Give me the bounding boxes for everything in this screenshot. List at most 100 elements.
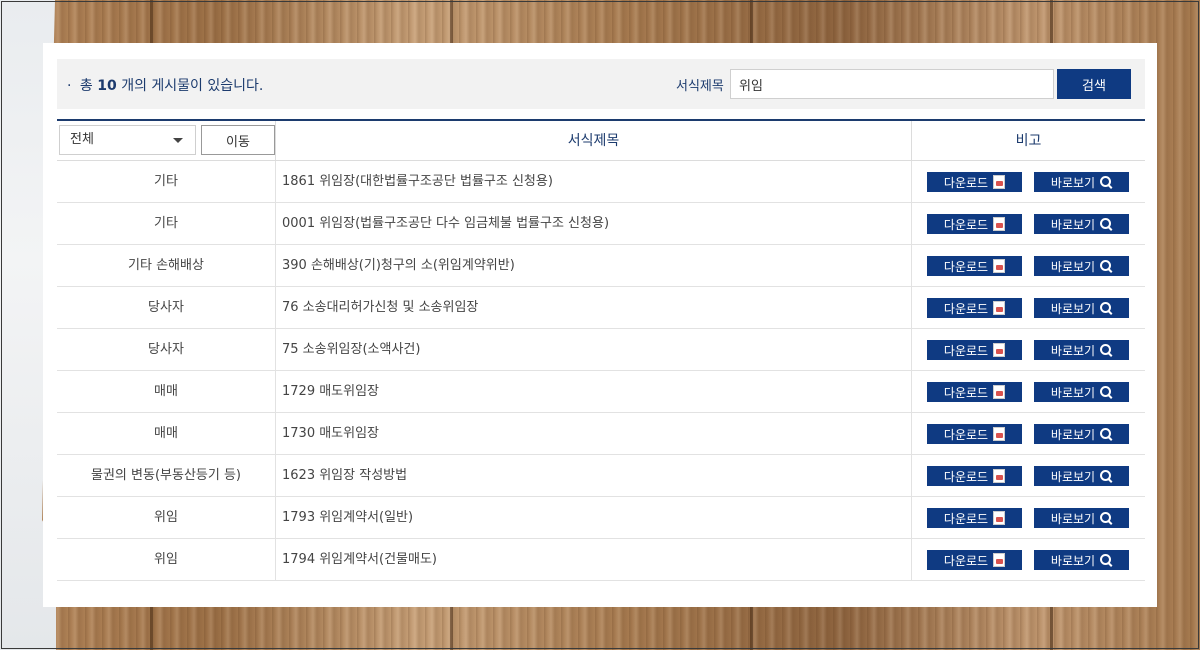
download-button[interactable]: 다운로드: [927, 340, 1022, 360]
search-bar: · 총 10 개의 게시물이 있습니다. 서식제목 검색: [57, 59, 1145, 109]
move-button[interactable]: 이동: [201, 125, 275, 155]
download-label: 다운로드: [943, 469, 989, 484]
row-category: 위임: [154, 552, 178, 567]
download-button[interactable]: 다운로드: [927, 466, 1022, 486]
table-row: 위임 1794 위임계약서(건물매도) 다운로드 바로보기: [57, 539, 1145, 581]
view-button[interactable]: 바로보기: [1034, 466, 1129, 486]
row-title[interactable]: 390 손해배상(기)청구의 소(위임계약위반): [275, 245, 912, 286]
document-icon: [993, 259, 1006, 273]
document-icon: [993, 385, 1006, 399]
search-icon: [1100, 428, 1112, 440]
post-count-suffix: 개의 게시물이 있습니다.: [121, 78, 264, 94]
row-category: 매매: [154, 384, 178, 399]
download-label: 다운로드: [943, 301, 989, 316]
download-button[interactable]: 다운로드: [927, 214, 1022, 234]
row-category: 매매: [154, 426, 178, 441]
content-panel: · 총 10 개의 게시물이 있습니다. 서식제목 검색 전체 이동 서식제목 …: [43, 43, 1157, 607]
search-icon: [1100, 344, 1112, 356]
view-button[interactable]: 바로보기: [1034, 508, 1129, 528]
row-category: 위임: [154, 510, 178, 525]
table-row: 매매 1730 매도위임장 다운로드 바로보기: [57, 413, 1145, 455]
row-actions: 다운로드 바로보기: [912, 203, 1145, 244]
post-count-prefix: 총: [79, 78, 93, 94]
row-category: 물권의 변동(부동산등기 등): [91, 468, 241, 483]
view-button[interactable]: 바로보기: [1034, 298, 1129, 318]
view-button[interactable]: 바로보기: [1034, 382, 1129, 402]
row-actions: 다운로드 바로보기: [912, 287, 1145, 328]
download-label: 다운로드: [943, 553, 989, 568]
view-button[interactable]: 바로보기: [1034, 172, 1129, 192]
search-icon: [1100, 512, 1112, 524]
document-icon: [993, 301, 1006, 315]
table-row: 당사자 76 소송대리허가신청 및 소송위임장 다운로드 바로보기: [57, 287, 1145, 329]
view-button[interactable]: 바로보기: [1034, 214, 1129, 234]
view-label: 바로보기: [1050, 343, 1096, 358]
table-row: 당사자 75 소송위임장(소액사건) 다운로드 바로보기: [57, 329, 1145, 371]
row-title[interactable]: 1861 위임장(대한법률구조공단 법률구조 신청용): [275, 161, 912, 202]
document-icon: [993, 469, 1006, 483]
search-icon: [1100, 386, 1112, 398]
download-button[interactable]: 다운로드: [927, 298, 1022, 318]
view-button[interactable]: 바로보기: [1034, 424, 1129, 444]
chevron-down-icon: [173, 138, 183, 143]
row-title[interactable]: 75 소송위임장(소액사건): [275, 329, 912, 370]
view-label: 바로보기: [1050, 385, 1096, 400]
row-category: 기타: [154, 174, 178, 189]
category-select[interactable]: 전체: [59, 125, 196, 155]
view-button[interactable]: 바로보기: [1034, 550, 1129, 570]
row-title[interactable]: 1729 매도위임장: [275, 371, 912, 412]
download-label: 다운로드: [943, 385, 989, 400]
row-title[interactable]: 1730 매도위임장: [275, 413, 912, 454]
view-label: 바로보기: [1050, 175, 1096, 190]
view-label: 바로보기: [1050, 427, 1096, 442]
table-body: 기타 1861 위임장(대한법률구조공단 법률구조 신청용) 다운로드 바로보기 기타 0…: [57, 161, 1145, 581]
view-button[interactable]: 바로보기: [1034, 340, 1129, 360]
header-note: 비고: [1015, 133, 1042, 149]
post-count: · 총 10 개의 게시물이 있습니다.: [67, 75, 263, 95]
download-label: 다운로드: [943, 427, 989, 442]
view-button[interactable]: 바로보기: [1034, 256, 1129, 276]
row-actions: 다운로드 바로보기: [912, 497, 1145, 538]
download-button[interactable]: 다운로드: [927, 172, 1022, 192]
download-label: 다운로드: [943, 259, 989, 274]
view-label: 바로보기: [1050, 217, 1096, 232]
form-table: 전체 이동 서식제목 비고 기타 1861 위임장(대한법률구조공단 법률구조 신…: [57, 119, 1145, 581]
search-icon: [1100, 218, 1112, 230]
download-button[interactable]: 다운로드: [927, 550, 1022, 570]
row-actions: 다운로드 바로보기: [912, 455, 1145, 496]
search-label: 서식제목: [676, 79, 724, 94]
row-actions: 다운로드 바로보기: [912, 413, 1145, 454]
view-label: 바로보기: [1050, 553, 1096, 568]
row-actions: 다운로드 바로보기: [912, 161, 1145, 202]
category-select-value: 전체: [70, 132, 94, 147]
row-title[interactable]: 0001 위임장(법률구조공단 다수 임금체불 법률구조 신청용): [275, 203, 912, 244]
row-title[interactable]: 1623 위임장 작성방법: [275, 455, 912, 496]
row-actions: 다운로드 바로보기: [912, 245, 1145, 286]
bullet: ·: [67, 78, 72, 94]
search-input[interactable]: [730, 69, 1054, 99]
row-title[interactable]: 1793 위임계약서(일반): [275, 497, 912, 538]
search-icon: [1100, 302, 1112, 314]
row-title[interactable]: 1794 위임계약서(건물매도): [275, 539, 912, 580]
table-row: 물권의 변동(부동산등기 등) 1623 위임장 작성방법 다운로드 바로보기: [57, 455, 1145, 497]
table-row: 기타 손해배상 390 손해배상(기)청구의 소(위임계약위반) 다운로드 바로보기: [57, 245, 1145, 287]
download-label: 다운로드: [943, 175, 989, 190]
download-button[interactable]: 다운로드: [927, 424, 1022, 444]
row-category: 당사자: [148, 342, 184, 357]
download-button[interactable]: 다운로드: [927, 508, 1022, 528]
row-title[interactable]: 76 소송대리허가신청 및 소송위임장: [275, 287, 912, 328]
download-label: 다운로드: [943, 217, 989, 232]
download-button[interactable]: 다운로드: [927, 382, 1022, 402]
search-icon: [1100, 470, 1112, 482]
post-count-number: 10: [97, 78, 117, 94]
search-icon: [1100, 554, 1112, 566]
document-icon: [993, 553, 1006, 567]
table-header: 전체 이동 서식제목 비고: [57, 121, 1145, 161]
table-row: 매매 1729 매도위임장 다운로드 바로보기: [57, 371, 1145, 413]
row-category: 당사자: [148, 300, 184, 315]
download-button[interactable]: 다운로드: [927, 256, 1022, 276]
header-form-title: 서식제목: [275, 121, 912, 161]
search-button[interactable]: 검색: [1057, 69, 1131, 99]
table-row: 기타 0001 위임장(법률구조공단 다수 임금체불 법률구조 신청용) 다운로드 바…: [57, 203, 1145, 245]
search-icon: [1100, 176, 1112, 188]
